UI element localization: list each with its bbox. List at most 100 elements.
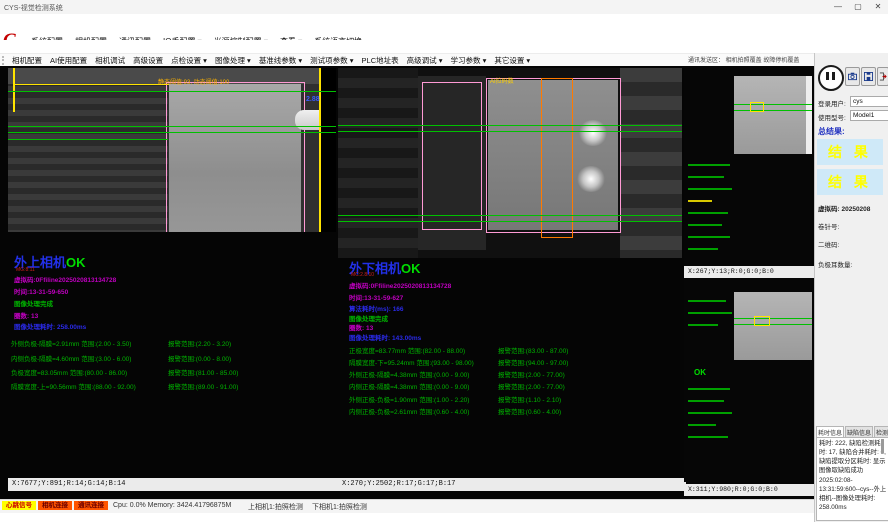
center-alarm-6: 报警范围:(0.60 - 4.00) (498, 406, 561, 416)
small-top-text-bar-1 (688, 164, 730, 166)
camera-connection-badge: 相机连接 (38, 501, 72, 510)
left-turns-text: 圈数: 13 (14, 310, 38, 320)
small-top-text-bar-3 (688, 188, 732, 190)
center-sub-note: MC:2.8:10 (351, 272, 374, 278)
camera-icon (848, 72, 857, 81)
small-bottom-text-bar-8 (688, 436, 728, 438)
logout-button[interactable] (877, 67, 888, 86)
login-user-label: 登录用户: (818, 98, 846, 108)
left-measurement-3: 负极宽度=83.05mm 范围:(80.00 - 86.00) (11, 367, 127, 377)
virtual-code-caption: 虚拟码: (818, 206, 840, 213)
cpu-memory-status: Cpu: 0.0% Memory: 3424.41796875M (113, 502, 231, 509)
tool-other-settings[interactable]: 其它设置 ▾ (490, 55, 534, 66)
pause-icon (826, 72, 829, 80)
small-top-green-line-1 (734, 104, 812, 105)
tool-image-processing[interactable]: 图像处理 ▾ (211, 55, 255, 66)
tool-ai-config[interactable]: AI使用配置 (46, 55, 91, 66)
virtual-code-value: 20250208 (841, 206, 870, 213)
small-top-text-bar-5 (688, 212, 728, 214)
small-bottom-text-bar-5 (688, 400, 724, 402)
small-bottom-camera-view[interactable]: OK (684, 280, 812, 482)
small-bottom-text-bar-6 (688, 412, 732, 414)
pause-button[interactable] (818, 65, 844, 91)
center-machinery-right (620, 68, 682, 258)
left-machinery-texture (8, 68, 168, 232)
left-alarm-1: 报警范围:(2.20 - 3.20) (168, 338, 231, 348)
tool-test-params[interactable]: 测试项参数 ▾ (306, 55, 357, 66)
menu-bar: C 系统配置 相机配置 通讯配置 IO手配置 ▾ 光源控制配置 ▾ 查看 ▾ 系… (0, 14, 888, 40)
title-bar: CYS-视觉检测系统 — ▢ ✕ (0, 0, 888, 15)
small-top-coord-bar: X:267;Y:13;R:0;G:0;B:0 (684, 266, 816, 278)
center-measurement-2: 隔膜宽度-下=95.24mm 范围:(93.00 - 98.00) (349, 357, 474, 367)
left-green-line-1 (8, 91, 336, 92)
center-barcode-text: 虚拟码:0Ffiline2025020813134728 (349, 280, 451, 290)
small-top-text-bar-8 (688, 248, 718, 250)
result-box-bottom: 结 果 (817, 169, 883, 195)
small-bottom-green-line-2 (734, 324, 812, 325)
tab-row: 运行图像 (0, 40, 888, 54)
center-alarm-2: 报警范围:(94.00 - 97.00) (498, 357, 568, 367)
tool-camera-config[interactable]: 相机配置 (8, 55, 46, 66)
left-measurement-1: 外侧负极-隔膜=2.91mm 范围:(2.00 - 3.50) (11, 338, 131, 348)
center-measurement-3: 外侧正极-隔膜=4.38mm 范围:(0.00 - 9.00) (349, 369, 469, 379)
qr-code-label: 二维码: (818, 239, 839, 249)
comm-send-zone-label: 通讯发送区： 相机拍照覆盖 故障停机覆盖 (688, 55, 812, 64)
left-elapsed-text: 图像处理耗时: 258.00ms (14, 321, 86, 331)
center-alarm-3: 报警范围:(2.00 - 77.00) (498, 369, 565, 379)
tool-spot-check[interactable]: 点检设置 ▾ (167, 55, 211, 66)
capture-image-button[interactable] (845, 67, 860, 86)
small-top-photo (734, 76, 812, 154)
tool-plc-address[interactable]: PLC地址表 (358, 55, 403, 66)
tool-advanced-debug[interactable]: 高级调试 ▾ (403, 55, 447, 66)
comm-connection-badge: 通讯连接 (74, 501, 108, 510)
log-text-box[interactable]: 耗时: 222, 缺陷检测耗时: 17, 缺陷合并耗时: 0, 缺陷提取分区耗时… (816, 437, 888, 521)
center-ai-label: AI拉码数 (490, 76, 514, 85)
maximize-button[interactable]: ▢ (848, 0, 868, 13)
model-field[interactable]: Model1 (850, 110, 888, 121)
minimize-button[interactable]: — (828, 0, 848, 13)
left-threshold-label: 静态阈值:93, 动态阈值:100 (158, 77, 229, 86)
center-measurement-6: 内侧正极-负极=2.61mm 范围:(0.60 - 4.00) (349, 406, 469, 416)
left-coord-bar: X:7677;Y:891;R:14;G:14;B:14 (8, 478, 340, 491)
tool-baseline-params[interactable]: 基准线参数 ▾ (255, 55, 306, 66)
center-alarm-4: 报警范围:(2.00 - 77.00) (498, 381, 565, 391)
left-alarm-4: 报警范围:(89.00 - 91.00) (168, 381, 238, 391)
log-scrollbar[interactable] (881, 439, 884, 453)
center-green-line-4 (338, 221, 682, 222)
small-top-text-bar-7 (688, 236, 730, 238)
left-camera-image[interactable]: 静态阈值:93, 动态阈值:100 2.88 (8, 68, 336, 232)
small-top-camera-view[interactable] (684, 68, 812, 266)
logout-arrow-icon (879, 72, 887, 81)
small-top-yellow-marker (750, 102, 764, 112)
left-green-line-3 (8, 132, 336, 133)
center-alarm-1: 报警范围:(83.00 - 87.00) (498, 345, 568, 355)
tool-camera-debug[interactable]: 相机调试 (91, 55, 129, 66)
center-machinery-left (338, 68, 418, 258)
center-green-line-3 (338, 215, 682, 216)
center-roi-rect-left (422, 82, 482, 230)
small-bottom-coord-bar: X:311;Y:980;R:0;G:0;B:0 (684, 484, 816, 496)
left-alarm-3: 报警范围:(81.00 - 85.00) (168, 367, 238, 377)
save-icon (864, 72, 873, 81)
save-image-button[interactable] (861, 67, 876, 86)
result-box-top: 结 果 (817, 139, 883, 165)
small-bottom-text-bar-4 (688, 388, 730, 390)
center-time-text: 时间:13-31-59-627 (349, 292, 403, 302)
tool-advanced-settings[interactable]: 高级设置 (129, 55, 167, 66)
center-ok-status: OK (401, 261, 421, 276)
small-top-green-line-2 (734, 110, 812, 111)
center-camera-image[interactable]: AI拉码数 (338, 68, 682, 258)
login-user-field[interactable]: cys (850, 96, 888, 107)
left-sub-note: MG:8:11 (16, 267, 35, 273)
center-turns-text: 圈数: 13 (349, 322, 373, 332)
center-measurement-4: 内侧正极-隔膜=4.38mm 范围:(0.00 - 9.00) (349, 381, 469, 391)
small-top-text-bar-6 (688, 224, 722, 226)
small-bottom-text-bar-7 (688, 424, 716, 426)
left-green-line-2 (8, 126, 336, 127)
left-blue-value: 2.88 (306, 96, 320, 103)
center-green-line-1 (338, 125, 682, 126)
close-button[interactable]: ✕ (868, 0, 888, 13)
small-bottom-text-bar-2 (688, 312, 732, 314)
left-yellow-line-right (319, 68, 321, 232)
tool-learning-params[interactable]: 学习参数 ▾ (446, 55, 490, 66)
